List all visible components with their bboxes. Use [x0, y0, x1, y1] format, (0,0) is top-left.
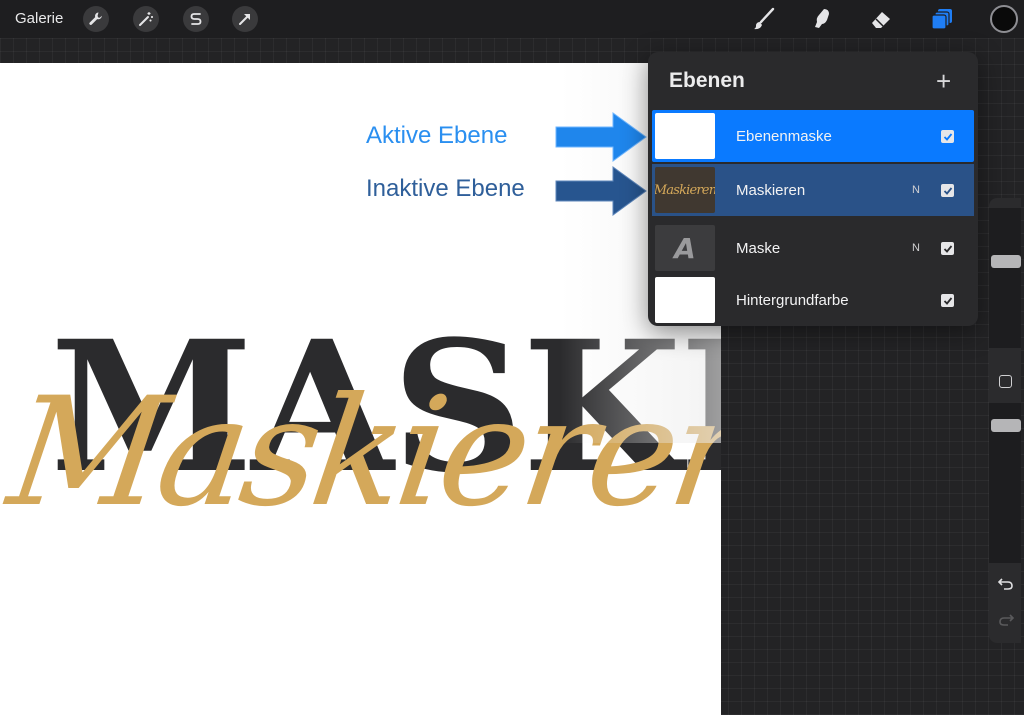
- top-toolbar: Galerie: [0, 0, 1024, 38]
- layers-icon[interactable]: [928, 5, 956, 33]
- layer-row-hintergrundfarbe[interactable]: Hintergrundfarbe: [652, 274, 974, 326]
- layer-thumbnail: [655, 277, 715, 323]
- modify-button[interactable]: [999, 375, 1012, 388]
- wrench-icon[interactable]: [83, 6, 109, 32]
- right-sidebar: [989, 198, 1021, 643]
- smudge-icon[interactable]: [808, 5, 836, 33]
- add-layer-button[interactable]: +: [936, 68, 951, 94]
- layers-panel: Ebenen + Ebenenmaske Maskieren Maskieren…: [648, 52, 978, 326]
- layer-thumbnail: A: [655, 225, 715, 271]
- layers-panel-title: Ebenen: [669, 69, 745, 92]
- thumbnail-text: Maskieren: [655, 182, 715, 198]
- color-picker-button[interactable]: [990, 5, 1018, 33]
- layer-visibility-checkbox[interactable]: [941, 242, 954, 255]
- brush-size-slider[interactable]: [989, 208, 1021, 348]
- selection-icon[interactable]: [183, 6, 209, 32]
- layer-visibility-checkbox[interactable]: [941, 184, 954, 197]
- opacity-slider-knob[interactable]: [991, 419, 1021, 432]
- blend-mode-button[interactable]: N: [912, 242, 920, 254]
- brush-size-slider-knob[interactable]: [991, 255, 1021, 268]
- thumbnail-letter: A: [674, 231, 696, 265]
- layer-name: Maske: [736, 239, 781, 257]
- undo-icon[interactable]: [997, 576, 1015, 592]
- layer-row-maskieren[interactable]: Maskieren Maskieren N: [652, 164, 974, 216]
- layer-row-ebenenmaske[interactable]: Ebenenmaske: [652, 110, 974, 162]
- canvas-script-text: Maskieren: [0, 366, 721, 540]
- blend-mode-button[interactable]: N: [912, 184, 920, 196]
- layer-visibility-checkbox[interactable]: [941, 294, 954, 307]
- layer-thumbnail: Maskieren: [655, 167, 715, 213]
- layer-name: Maskieren: [736, 181, 806, 199]
- layer-visibility-checkbox[interactable]: [941, 130, 954, 143]
- arrow-right-icon: [555, 112, 647, 162]
- layer-name: Hintergrundfarbe: [736, 291, 849, 309]
- layer-thumbnail: [655, 113, 715, 159]
- eraser-icon[interactable]: [867, 5, 895, 33]
- redo-icon[interactable]: [997, 612, 1015, 628]
- magic-wand-icon[interactable]: [133, 6, 159, 32]
- layer-name: Ebenenmaske: [736, 127, 832, 145]
- annotation-active-layer: Aktive Ebene: [366, 122, 508, 149]
- brush-icon[interactable]: [750, 5, 778, 33]
- transform-arrow-icon[interactable]: [232, 6, 258, 32]
- gallery-button[interactable]: Galerie: [15, 10, 63, 27]
- annotation-inactive-layer: Inaktive Ebene: [366, 175, 525, 202]
- layer-row-maske[interactable]: A Maske N: [652, 222, 974, 274]
- arrow-right-icon: [555, 166, 647, 216]
